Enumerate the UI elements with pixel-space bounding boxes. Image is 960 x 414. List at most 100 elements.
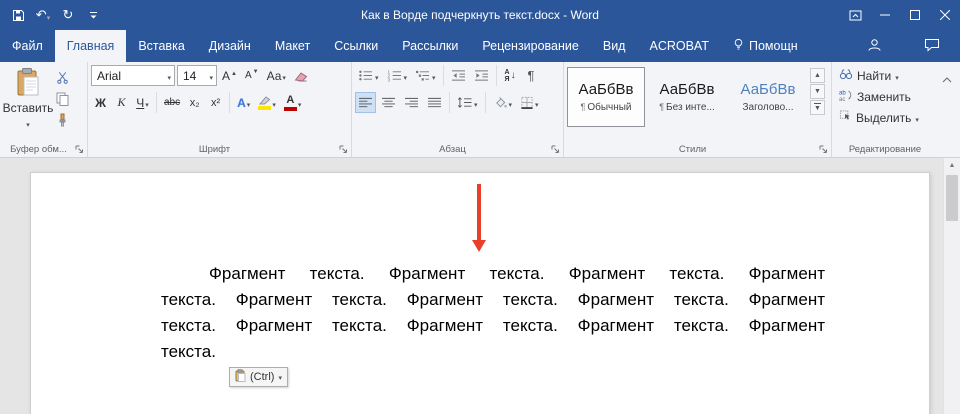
tab-layout[interactable]: Макет	[263, 30, 322, 62]
comments-icon[interactable]	[924, 38, 940, 55]
shading-button[interactable]	[490, 92, 516, 113]
styles-scroll-down-button[interactable]: ▼	[810, 84, 825, 99]
show-formatting-marks-button[interactable]	[522, 65, 541, 86]
close-button[interactable]	[930, 0, 960, 30]
font-family-value: Arial	[97, 69, 121, 83]
undo-button[interactable]: ↶	[35, 6, 51, 24]
tab-layout-label: Макет	[275, 39, 310, 53]
replace-button[interactable]: abac Заменить	[839, 89, 933, 104]
italic-button[interactable]: К	[112, 92, 131, 113]
minimize-button[interactable]	[870, 0, 900, 30]
select-icon	[839, 110, 852, 125]
tab-mailings[interactable]: Рассылки	[390, 30, 470, 62]
format-painter-button[interactable]	[53, 111, 72, 128]
strikethrough-button[interactable]: abc	[161, 92, 183, 113]
paste-options-button[interactable]: (Ctrl)	[229, 367, 288, 387]
tab-home[interactable]: Главная	[55, 30, 127, 62]
font-family-combobox[interactable]: Arial	[91, 65, 175, 86]
highlight-color-button[interactable]	[255, 92, 279, 113]
style-heading1[interactable]: АаБбВв Заголово...	[729, 67, 807, 127]
text-effects-caret-icon	[247, 96, 251, 110]
numbering-button[interactable]: 123	[384, 65, 411, 86]
highlighter-icon	[258, 96, 271, 110]
document-page[interactable]: Фрагмент текста. Фрагмент текста. Фрагме…	[30, 172, 930, 414]
clipboard-group-label: Буфер обм...	[0, 144, 77, 155]
find-button[interactable]: Найти	[839, 68, 933, 83]
tab-references[interactable]: Ссылки	[322, 30, 390, 62]
increase-indent-button[interactable]	[471, 65, 492, 86]
align-left-button[interactable]	[355, 92, 376, 113]
scissors-icon	[56, 71, 69, 84]
font-size-value: 14	[183, 69, 196, 83]
tab-design[interactable]: Дизайн	[197, 30, 263, 62]
account-icon[interactable]	[867, 38, 882, 55]
style-normal[interactable]: АаБбВв Обычный	[567, 67, 645, 127]
cut-button[interactable]	[53, 69, 72, 86]
sort-icon: АЯ	[505, 69, 510, 83]
shrink-font-button[interactable]: А	[242, 65, 262, 86]
subscript-button[interactable]: x₂	[185, 92, 204, 113]
tab-file[interactable]: Файл	[0, 30, 55, 62]
align-center-button[interactable]	[378, 92, 399, 113]
tab-insert[interactable]: Вставка	[126, 30, 196, 62]
font-dialog-launcher[interactable]	[338, 144, 349, 155]
select-button[interactable]: Выделить	[839, 110, 933, 125]
change-case-button[interactable]: Аа	[264, 65, 289, 86]
multilevel-list-button[interactable]	[412, 65, 439, 86]
font-color-icon: А	[284, 95, 297, 111]
paragraph-dialog-launcher[interactable]	[550, 144, 561, 155]
decrease-indent-icon	[451, 69, 466, 82]
customize-quick-access-button[interactable]	[85, 6, 101, 24]
document-area: Фрагмент текста. Фрагмент текста. Фрагме…	[0, 158, 960, 414]
find-caret-icon	[895, 69, 899, 83]
style-heading1-preview: АаБбВв	[741, 81, 796, 98]
styles-dialog-launcher[interactable]	[818, 144, 829, 155]
decrease-indent-button[interactable]	[448, 65, 469, 86]
document-text-line: текста. Фрагмент текста. Фрагмент текста…	[161, 313, 825, 339]
grow-font-button[interactable]: А	[219, 65, 240, 86]
font-size-combobox[interactable]: 14	[177, 65, 217, 86]
superscript-button[interactable]: x²	[206, 92, 225, 113]
copy-button[interactable]	[53, 90, 72, 107]
paste-options-clipboard-icon	[235, 369, 246, 385]
editing-group-label: Редактирование	[832, 144, 938, 155]
style-normal-name: Обычный	[587, 102, 631, 113]
tab-view[interactable]: Вид	[591, 30, 638, 62]
clipboard-dialog-launcher[interactable]	[74, 144, 85, 155]
tab-review[interactable]: Рецензирование	[470, 30, 591, 62]
ribbon-display-options-button[interactable]	[840, 0, 870, 30]
styles-more-button[interactable]: ▼	[810, 100, 825, 115]
scrollbar-thumb[interactable]	[946, 175, 958, 221]
multilevel-caret-icon	[432, 69, 436, 83]
save-button[interactable]	[10, 6, 26, 24]
borders-button[interactable]	[517, 92, 542, 113]
superscript-label: x²	[211, 97, 220, 109]
bold-button[interactable]: Ж	[91, 92, 110, 113]
justify-button[interactable]	[424, 92, 445, 113]
tab-tell-me-label: Помощн	[749, 39, 798, 53]
tab-tell-me[interactable]: Помощн	[721, 30, 810, 62]
collapse-ribbon-icon[interactable]	[942, 72, 952, 86]
vertical-scrollbar[interactable]: ▲	[943, 158, 960, 414]
clear-formatting-button[interactable]	[291, 65, 311, 86]
line-spacing-button[interactable]	[454, 92, 481, 113]
grow-font-arrow-icon	[231, 64, 237, 78]
paste-button[interactable]: Вставить	[3, 65, 53, 140]
scroll-up-arrow-icon[interactable]: ▲	[944, 158, 960, 173]
style-no-spacing[interactable]: АаБбВв Без инте...	[648, 67, 726, 127]
text-effects-button[interactable]: А	[234, 92, 253, 113]
sort-button[interactable]: АЯ ↓	[501, 65, 520, 86]
align-right-button[interactable]	[401, 92, 422, 113]
bullets-button[interactable]	[355, 65, 382, 86]
subscript-label: x₂	[190, 97, 200, 109]
font-color-button[interactable]: А	[281, 92, 305, 113]
find-label: Найти	[857, 69, 891, 83]
tab-acrobat[interactable]: ACROBAT	[637, 30, 721, 62]
tab-references-label: Ссылки	[334, 39, 378, 53]
underline-button[interactable]: Ч	[133, 92, 152, 113]
redo-button[interactable]: ↻	[60, 6, 76, 24]
italic-label: К	[118, 95, 126, 110]
maximize-button[interactable]	[900, 0, 930, 30]
styles-scroll-up-button[interactable]: ▲	[810, 68, 825, 83]
paste-clipboard-icon	[15, 67, 41, 100]
